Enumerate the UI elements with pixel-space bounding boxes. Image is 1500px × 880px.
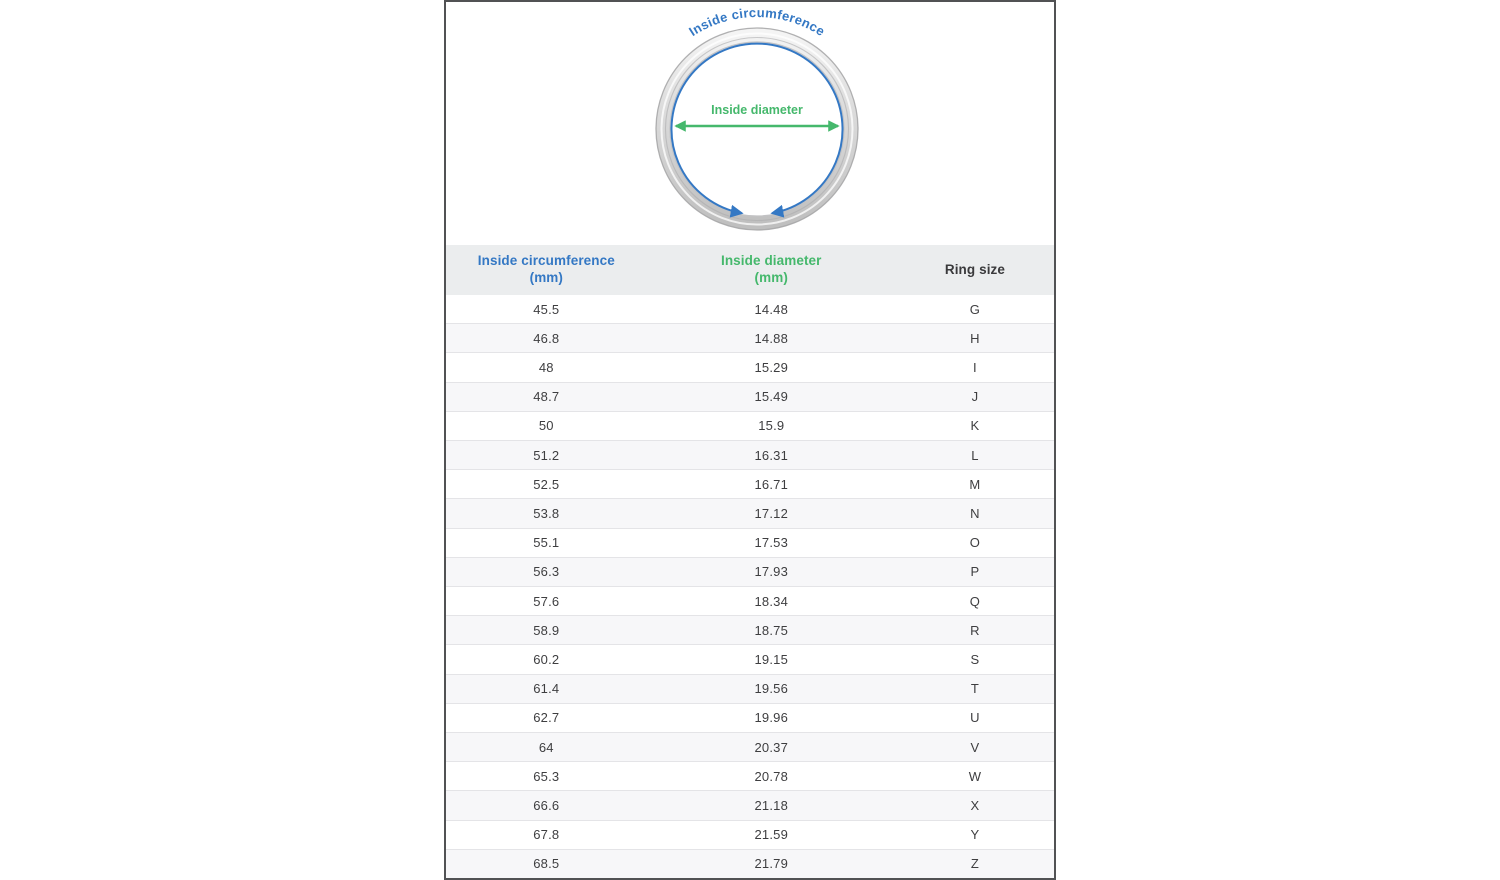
table-cell: 55.1 [446, 535, 647, 550]
ring-size-guide-panel: Inside diameter Inside circumference Ins… [444, 0, 1056, 880]
table-row: 6420.37V [446, 732, 1054, 761]
table-cell: 17.12 [647, 506, 896, 521]
table-row: 5015.9K [446, 411, 1054, 440]
column-header-inside-diameter: Inside diameter (mm) [647, 253, 896, 287]
table-row: 57.618.34Q [446, 586, 1054, 615]
table-cell: 46.8 [446, 331, 647, 346]
table-cell: 21.59 [647, 827, 896, 842]
table-cell: R [896, 623, 1054, 638]
ring-diagram-svg: Inside diameter Inside circumference [446, 2, 1054, 245]
table-cell: 18.75 [647, 623, 896, 638]
table-cell: 14.88 [647, 331, 896, 346]
table-row: 61.419.56T [446, 674, 1054, 703]
table-cell: J [896, 389, 1054, 404]
table-row: 4815.29I [446, 352, 1054, 381]
table-cell: 60.2 [446, 652, 647, 667]
table-cell: 19.96 [647, 710, 896, 725]
table-cell: 67.8 [446, 827, 647, 842]
table-cell: 62.7 [446, 710, 647, 725]
table-cell: X [896, 798, 1054, 813]
table-cell: 16.31 [647, 448, 896, 463]
table-header-row: Inside circumference (mm) Inside diamete… [446, 245, 1054, 295]
table-cell: 16.71 [647, 477, 896, 492]
table-cell: 18.34 [647, 594, 896, 609]
table-cell: 15.29 [647, 360, 896, 375]
table-cell: 48 [446, 360, 647, 375]
table-cell: P [896, 564, 1054, 579]
ring-diagram: Inside diameter Inside circumference [446, 2, 1054, 245]
table-row: 46.814.88H [446, 323, 1054, 352]
table-cell: 15.9 [647, 418, 896, 433]
table-cell: 50 [446, 418, 647, 433]
table-cell: H [896, 331, 1054, 346]
column-header-unit: (mm) [446, 270, 647, 287]
table-cell: 17.53 [647, 535, 896, 550]
table-cell: I [896, 360, 1054, 375]
table-row: 58.918.75R [446, 615, 1054, 644]
table-cell: M [896, 477, 1054, 492]
table-cell: N [896, 506, 1054, 521]
table-cell: 65.3 [446, 769, 647, 784]
table-row: 60.219.15S [446, 644, 1054, 673]
table-cell: 45.5 [446, 302, 647, 317]
table-cell: L [896, 448, 1054, 463]
table-cell: 20.78 [647, 769, 896, 784]
table-row: 52.516.71M [446, 469, 1054, 498]
ring-illustration [656, 28, 858, 230]
table-row: 67.821.59Y [446, 820, 1054, 849]
table-cell: Y [896, 827, 1054, 842]
table-body: 45.514.48G46.814.88H4815.29I48.715.49J50… [446, 295, 1054, 878]
column-header-title: Inside circumference [446, 253, 647, 270]
column-header-unit: (mm) [647, 270, 896, 287]
table-cell: 21.79 [647, 856, 896, 871]
table-row: 51.216.31L [446, 440, 1054, 469]
table-row: 45.514.48G [446, 295, 1054, 323]
table-cell: U [896, 710, 1054, 725]
table-row: 66.621.18X [446, 790, 1054, 819]
table-cell: 15.49 [647, 389, 896, 404]
inside-circumference-arc [672, 44, 843, 214]
table-cell: 53.8 [446, 506, 647, 521]
table-cell: G [896, 302, 1054, 317]
table-cell: 19.15 [647, 652, 896, 667]
table-cell: 19.56 [647, 681, 896, 696]
table-cell: 48.7 [446, 389, 647, 404]
table-cell: 56.3 [446, 564, 647, 579]
table-row: 68.521.79Z [446, 849, 1054, 878]
table-cell: K [896, 418, 1054, 433]
table-cell: Z [896, 856, 1054, 871]
table-cell: 68.5 [446, 856, 647, 871]
column-header-title: Ring size [896, 262, 1054, 279]
column-header-inside-circumference: Inside circumference (mm) [446, 253, 647, 287]
column-header-ring-size: Ring size [896, 262, 1054, 279]
table-cell: 66.6 [446, 798, 647, 813]
table-cell: 57.6 [446, 594, 647, 609]
table-cell: 58.9 [446, 623, 647, 638]
table-cell: 52.5 [446, 477, 647, 492]
table-cell: 64 [446, 740, 647, 755]
table-cell: O [896, 535, 1054, 550]
table-cell: 61.4 [446, 681, 647, 696]
table-cell: 17.93 [647, 564, 896, 579]
table-row: 55.117.53O [446, 528, 1054, 557]
table-cell: S [896, 652, 1054, 667]
table-cell: 51.2 [446, 448, 647, 463]
table-row: 65.320.78W [446, 761, 1054, 790]
table-cell: 20.37 [647, 740, 896, 755]
table-row: 53.817.12N [446, 498, 1054, 527]
table-cell: Q [896, 594, 1054, 609]
column-header-title: Inside diameter [647, 253, 896, 270]
table-row: 48.715.49J [446, 382, 1054, 411]
table-cell: W [896, 769, 1054, 784]
table-cell: 21.18 [647, 798, 896, 813]
table-cell: T [896, 681, 1054, 696]
table-row: 62.719.96U [446, 703, 1054, 732]
inside-diameter-label: Inside diameter [711, 103, 803, 117]
table-cell: 14.48 [647, 302, 896, 317]
table-row: 56.317.93P [446, 557, 1054, 586]
table-cell: V [896, 740, 1054, 755]
